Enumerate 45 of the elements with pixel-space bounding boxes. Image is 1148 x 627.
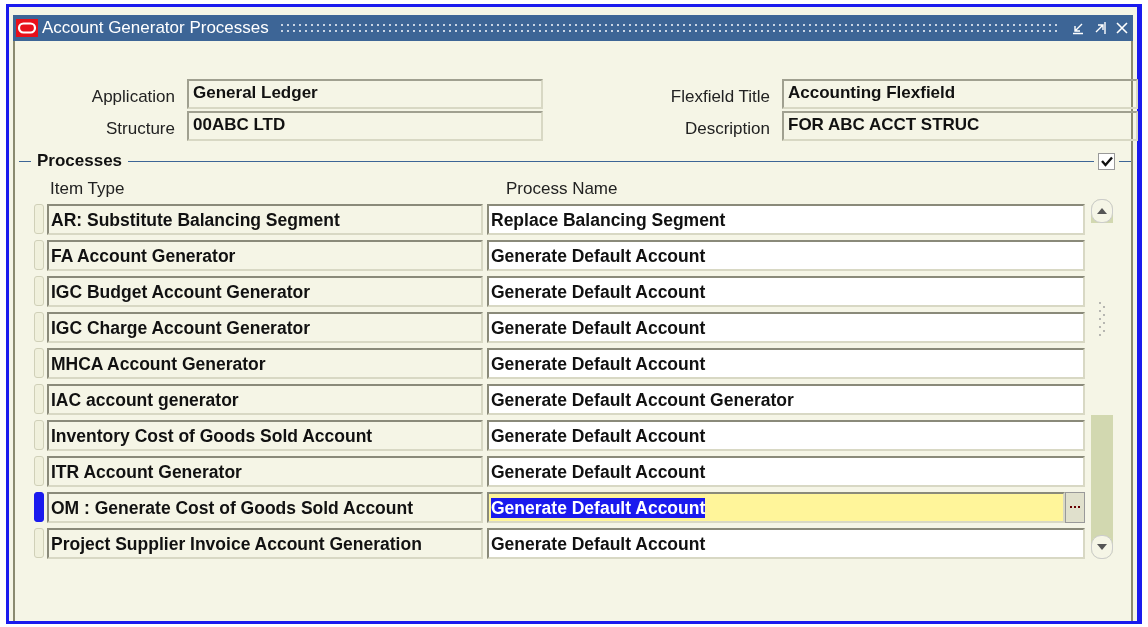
field-label: Application (90, 86, 175, 107)
field-label: Flexfield Title (669, 86, 770, 107)
scroll-down-button[interactable] (1091, 535, 1113, 559)
down-arrow-icon (1097, 544, 1107, 550)
checkbox[interactable] (1098, 152, 1115, 170)
table-cell: OM : Generate Cost of Goods Sold Account (47, 491, 483, 523)
column-header: Item Type (49, 179, 126, 200)
grip-icon (1098, 299, 1106, 339)
table-cell: IGC Charge Account Generator (47, 311, 483, 343)
row-indicator[interactable] (34, 492, 44, 522)
table-cell: MHCA Account Generator (47, 347, 483, 379)
table-cell: Inventory Cost of Goods Sold Account (47, 419, 483, 451)
column-header: Process Name (505, 179, 618, 200)
text-field[interactable]: Generate Default Account (487, 527, 1085, 559)
table-cell: Project Supplier Invoice Account Generation (47, 527, 483, 559)
text-field[interactable]: FOR ABC ACCT STRUC (782, 111, 1138, 141)
text-field[interactable]: Generate Default Account (487, 491, 1065, 523)
text-field[interactable]: Generate Default Account (487, 419, 1085, 451)
table-cell: IGC Budget Account Generator (47, 275, 483, 307)
text-field[interactable]: Generate Default Account (487, 275, 1085, 307)
table-cell: ITR Account Generator (47, 455, 483, 487)
field-label: Structure (105, 118, 175, 139)
text-field[interactable]: 00ABC LTD (187, 111, 543, 141)
minimize-icon[interactable] (1071, 21, 1085, 35)
up-arrow-icon (1097, 208, 1107, 214)
close-icon[interactable] (1115, 21, 1129, 35)
field-label: Description (683, 118, 770, 139)
section-title: Processes (36, 151, 124, 171)
text-field[interactable]: General Ledger (187, 79, 543, 109)
table-cell: IAC account generator (47, 383, 483, 415)
text-field[interactable]: Generate Default Account (487, 455, 1085, 487)
app-logo-icon (16, 19, 38, 37)
text-field[interactable]: Generate Default Account (487, 347, 1085, 379)
text-field[interactable]: Replace Balancing Segment (487, 203, 1085, 235)
text-field[interactable]: Generate Default Account Generator (487, 383, 1085, 415)
text-field[interactable]: Generate Default Account (487, 239, 1085, 271)
ellipsis-icon (1070, 505, 1080, 509)
text-field[interactable]: Accounting Flexfield (782, 79, 1138, 109)
maximize-icon[interactable] (1093, 21, 1107, 35)
text-field[interactable]: Generate Default Account (487, 311, 1085, 343)
list-of-values-button[interactable] (1065, 491, 1085, 523)
scroll-up-button[interactable] (1091, 199, 1113, 223)
window-title: Account Generator Processes (42, 18, 269, 38)
table-cell: AR: Substitute Balancing Segment (47, 203, 483, 235)
table-cell: FA Account Generator (47, 239, 483, 271)
